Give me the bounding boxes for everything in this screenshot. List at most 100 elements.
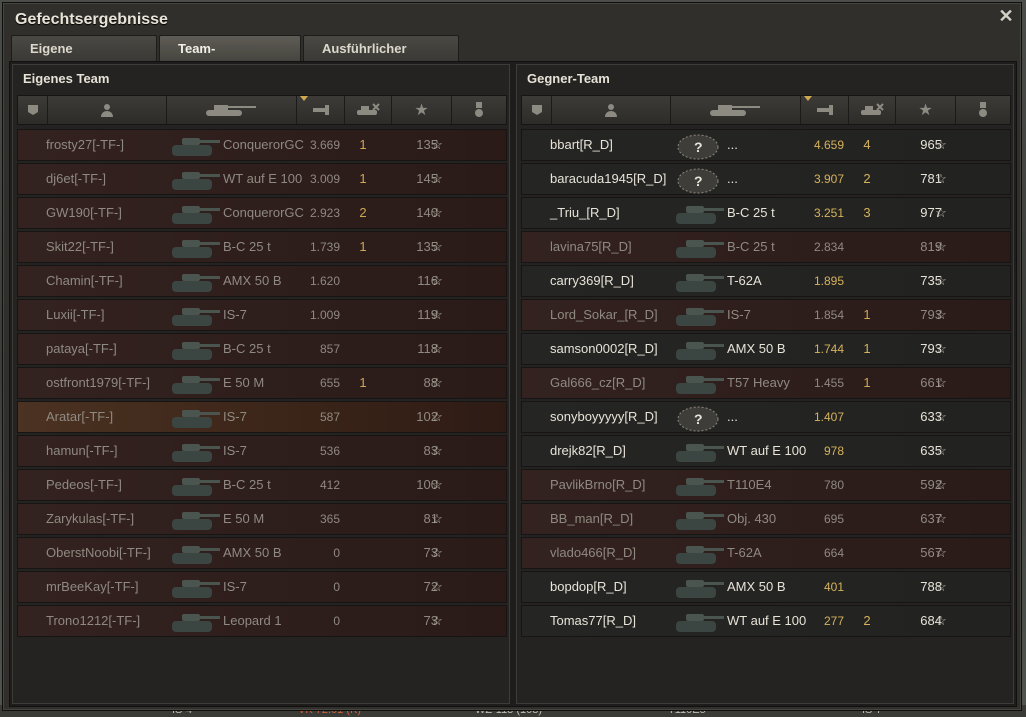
player-row[interactable]: GW190[-TF-] ConquerorGC 2.923 2 140 ☆ [17,197,507,229]
player-row[interactable]: baracuda1945[R_D]?... 3.907 2 781 ☆ [521,163,1011,195]
damage-value: 1.009 [309,308,340,322]
kills-value [358,402,368,432]
player-name: carry369[R_D] [550,273,634,288]
tank-name: WT auf E 100 [223,171,303,186]
kills-value [358,300,368,330]
kills-value: 1 [359,375,367,390]
player-row[interactable]: PavlikBrno[R_D] T110E4 780 592 ☆ [521,469,1011,501]
tank-icon [166,402,224,432]
tank-name: T-62A [727,545,762,560]
tank-icon[interactable] [671,96,801,124]
kills-icon[interactable] [849,96,896,124]
kills-icon[interactable] [345,96,392,124]
star-icon: ☆ [431,613,443,628]
player-row[interactable]: Tomas77[R_D] WT auf E 100 277 2 684 ☆ [521,605,1011,637]
player-row[interactable]: _Triu_[R_D] B-C 25 t 3.251 3 977 ☆ [521,197,1011,229]
kills-value [862,538,872,568]
window-title: Gefechtsergebnisse [15,11,168,28]
player-row[interactable]: bbart[R_D]?... 4.659 4 965 ☆ [521,129,1011,161]
player-row[interactable]: pataya[-TF-] B-C 25 t 857 118 ☆ [17,333,507,365]
tab-detailed-report[interactable]: Ausführlicher Bericht [303,35,459,81]
player-name: ostfront1979[-TF-] [46,375,151,390]
damage-icon[interactable] [297,96,345,124]
tab-bar: Eigene Auswertung Team-Auswertung Ausfüh… [11,35,459,81]
player-row[interactable]: Zarykulas[-TF-] E 50 M 365 81 ☆ [17,503,507,535]
player-row[interactable]: ostfront1979[-TF-] E 50 M 655 1 88 ☆ [17,367,507,399]
tank-icon [166,538,224,568]
tank-icon [670,198,728,228]
damage-value: 1.895 [813,274,844,288]
player-row[interactable]: Lord_Sokar_[R_D] IS-7 1.854 1 793 ☆ [521,299,1011,331]
tank-name: B-C 25 t [223,341,271,356]
player-row[interactable]: OberstNoobi[-TF-] AMX 50 B 0 73 ☆ [17,537,507,569]
tank-name: B-C 25 t [727,239,775,254]
medal-icon[interactable] [452,96,506,124]
tank-name: E 50 M [223,511,265,526]
player-icon[interactable] [48,96,167,124]
player-row[interactable]: samson0002[R_D] AMX 50 B 1.744 1 793 ☆ [521,333,1011,365]
damage-value: 1.407 [813,410,844,424]
player-name: Trono1212[-TF-] [46,613,141,628]
kills-value [358,538,368,568]
player-row[interactable]: dj6et[-TF-] WT auf E 100 3.009 1 145 ☆ [17,163,507,195]
player-name: Zarykulas[-TF-] [46,511,135,526]
platoon-icon[interactable] [522,96,552,124]
star-icon: ☆ [935,341,947,356]
player-row[interactable]: hamun[-TF-] IS-7 536 83 ☆ [17,435,507,467]
tank-name: E 50 M [223,375,265,390]
player-row[interactable]: Chamin[-TF-] AMX 50 B 1.620 116 ☆ [17,265,507,297]
player-row[interactable]: BB_man[R_D] Obj. 430 695 637 ☆ [521,503,1011,535]
player-row[interactable]: Luxii[-TF-] IS-7 1.009 119 ☆ [17,299,507,331]
player-row[interactable]: Aratar[-TF-] IS-7 587 102 ☆ [17,401,507,433]
close-icon[interactable]: ✕ [997,7,1015,25]
tank-icon [670,572,728,602]
damage-value: 277 [823,614,844,628]
star-icon: ☆ [935,375,947,390]
star-icon: ☆ [935,443,947,458]
player-row[interactable]: lavina75[R_D] B-C 25 t 2.834 819 ☆ [521,231,1011,263]
kills-value [358,572,368,602]
player-row[interactable]: drejk82[R_D] WT auf E 100 978 635 ☆ [521,435,1011,467]
player-row[interactable]: Skit22[-TF-] B-C 25 t 1.739 1 135 ☆ [17,231,507,263]
player-row[interactable]: Trono1212[-TF-] Leopard 1 0 73 ☆ [17,605,507,637]
player-row[interactable]: frosty27[-TF-] ConquerorGC 3.669 1 135 ☆ [17,129,507,161]
damage-value: 3.009 [309,172,340,186]
player-name: baracuda1945[R_D] [550,171,667,186]
player-name: Tomas77[R_D] [550,613,636,628]
tank-icon [166,198,224,228]
tank-icon [670,606,728,636]
medal-icon[interactable] [956,96,1010,124]
player-row[interactable]: carry369[R_D] T-62A 1.895 735 ☆ [521,265,1011,297]
tank-icon [166,266,224,296]
xp-star-icon[interactable]: ★ [896,96,956,124]
damage-value: 4.659 [813,138,844,152]
tank-name: T57 Heavy [727,375,790,390]
damage-icon[interactable] [801,96,849,124]
player-row[interactable]: Pedeos[-TF-] B-C 25 t 412 100 ☆ [17,469,507,501]
tank-name: ... [727,137,738,152]
platoon-icon[interactable] [18,96,48,124]
star-icon: ☆ [935,477,947,492]
player-name: Luxii[-TF-] [46,307,105,322]
player-row[interactable]: vlado466[R_D] T-62A 664 567 ☆ [521,537,1011,569]
damage-value: 412 [319,478,340,492]
player-icon[interactable] [552,96,671,124]
tank-name: AMX 50 B [727,341,786,356]
svg-text:?: ? [694,411,703,427]
player-row[interactable]: Gal666_cz[R_D] T57 Heavy 1.455 1 661 ☆ [521,367,1011,399]
tank-icon [670,538,728,568]
player-row[interactable]: mrBeeKay[-TF-] IS-7 0 72 ☆ [17,571,507,603]
tab-team-evaluation[interactable]: Team-Auswertung [159,35,301,81]
tab-own-evaluation[interactable]: Eigene Auswertung [11,35,157,81]
player-name: bopdop[R_D] [550,579,627,594]
player-row[interactable]: sonyboyyyyy[R_D]?... 1.407 633 ☆ [521,401,1011,433]
xp-star-icon[interactable]: ★ [392,96,452,124]
tank-icon[interactable] [167,96,297,124]
damage-value: 536 [319,444,340,458]
star-icon: ☆ [935,239,947,254]
tank-icon [670,334,728,364]
damage-value: 3.251 [813,206,844,220]
tank-icon [670,504,728,534]
player-row[interactable]: bopdop[R_D] AMX 50 B 401 788 ☆ [521,571,1011,603]
tank-name: B-C 25 t [727,205,775,220]
